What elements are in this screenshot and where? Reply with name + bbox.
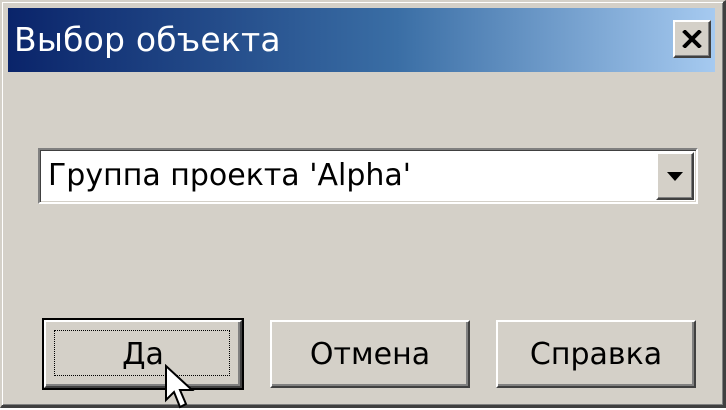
cancel-button[interactable]: Отмена — [270, 320, 470, 388]
ok-button[interactable]: Да — [42, 318, 244, 390]
object-select-dialog: Выбор объекта Группа проекта 'Alpha' Да … — [0, 0, 726, 409]
help-button[interactable]: Справка — [496, 320, 696, 388]
close-button[interactable] — [673, 20, 711, 58]
title-bar[interactable]: Выбор объекта — [8, 8, 715, 72]
combobox-dropdown-button[interactable] — [656, 152, 694, 200]
cancel-button-label: Отмена — [309, 336, 431, 372]
object-combobox[interactable]: Группа проекта 'Alpha' — [38, 148, 698, 204]
mouse-pointer-icon — [165, 364, 195, 409]
close-icon — [682, 30, 702, 48]
chevron-down-icon — [667, 172, 683, 181]
dialog-title: Выбор объекта — [14, 20, 281, 59]
help-button-label: Справка — [529, 336, 663, 372]
combobox-selected-value: Группа проекта 'Alpha' — [48, 158, 412, 193]
focus-rectangle — [54, 330, 230, 376]
